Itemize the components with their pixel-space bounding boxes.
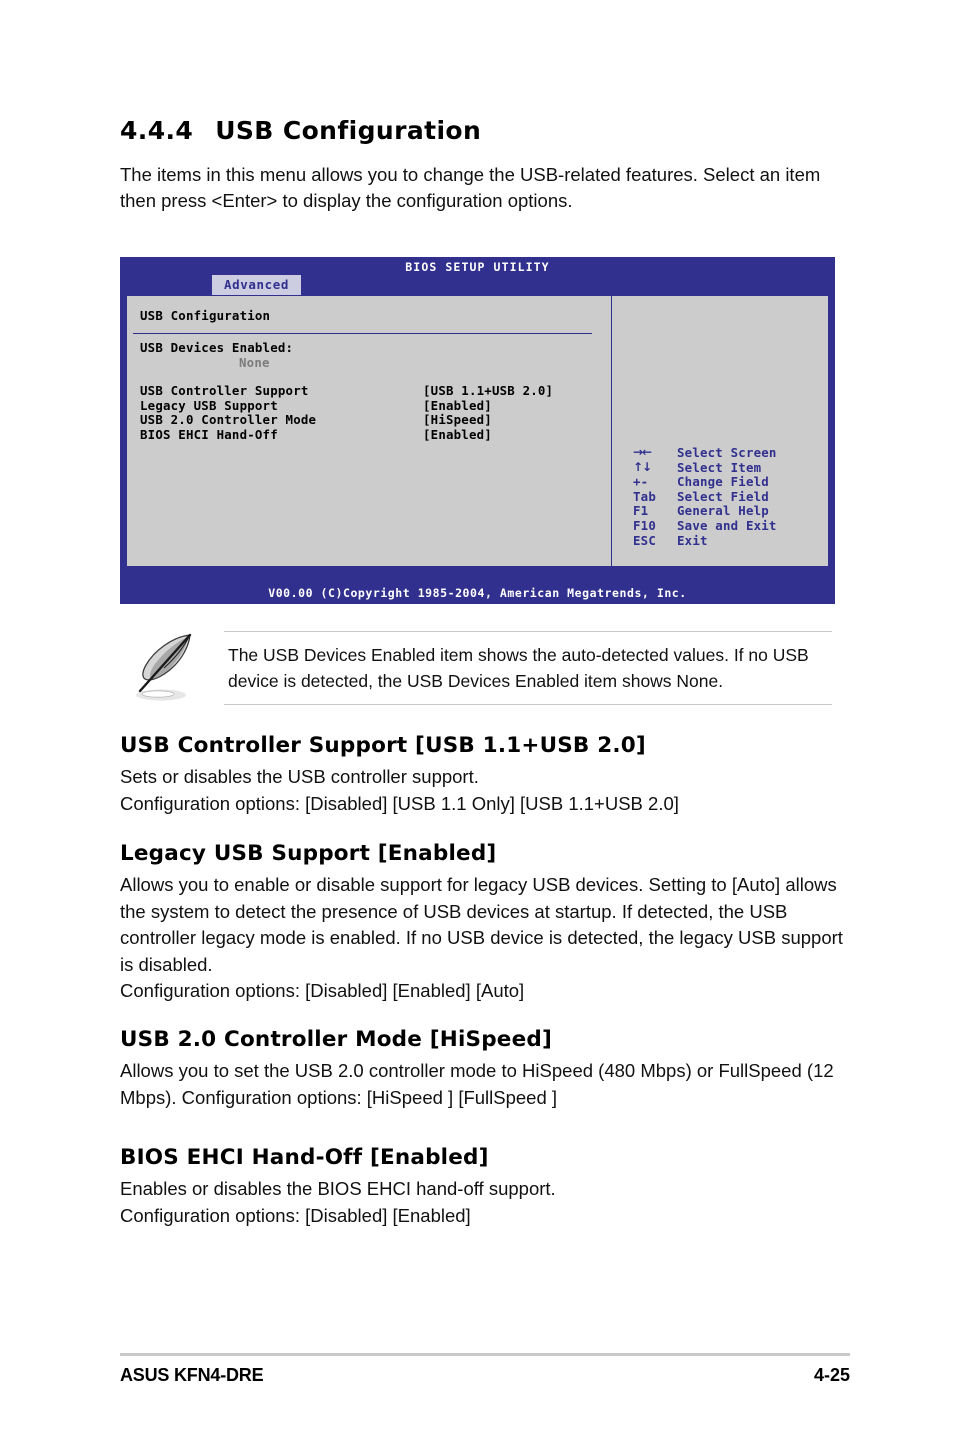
nav-key-desc: General Help xyxy=(677,503,769,519)
nav-key-row: Tab Select Field xyxy=(633,489,777,504)
section-usb-controller-support: USB Controller Support [USB 1.1+USB 2.0]… xyxy=(120,733,860,817)
bios-copyright-footer: V00.00 (C)Copyright 1985-2004, American … xyxy=(120,582,835,604)
nav-key-label: Tab xyxy=(633,488,656,504)
bios-item-value[interactable]: [Enabled] xyxy=(423,398,492,413)
section-body: Enables or disables the BIOS EHCI hand-o… xyxy=(120,1178,556,1226)
bios-navigation-legend: →← Select Screen ↑↓ Select Item +- Change F… xyxy=(633,445,777,548)
nav-key-desc: Select Item xyxy=(677,459,762,475)
section-heading: BIOS EHCI Hand-Off [Enabled] xyxy=(120,1145,489,1170)
usb-devices-enabled-label: USB Devices Enabled: xyxy=(140,340,294,355)
footer-page-number: 4-25 xyxy=(813,1365,850,1385)
section-heading: USB 2.0 Controller Mode [HiSpeed] xyxy=(120,1027,552,1052)
nav-key-desc: Select Field xyxy=(677,488,769,504)
nav-key-label: F10 xyxy=(633,517,656,533)
bios-item-value[interactable]: [Enabled] xyxy=(423,427,492,442)
nav-key-row: ↑↓ Select Item xyxy=(633,460,777,475)
nav-key-row: F1 General Help xyxy=(633,503,777,518)
bios-item-value[interactable]: [USB 1.1+USB 2.0] xyxy=(423,383,553,398)
arrow-left-right-icon: →← xyxy=(633,445,652,459)
bios-pane-heading: USB Configuration xyxy=(140,308,271,323)
usb-devices-enabled-value: None xyxy=(239,355,270,370)
bios-item-row[interactable]: USB Controller Support [USB 1.1+USB 2.0] xyxy=(140,383,590,398)
bios-item-list: USB Controller Support [USB 1.1+USB 2.0]… xyxy=(140,383,590,442)
nav-key-label: F1 xyxy=(633,503,649,519)
section-heading: Legacy USB Support [Enabled] xyxy=(120,841,497,866)
nav-key-row: F10 Save and Exit xyxy=(633,518,777,533)
note-callout: The USB Devices Enabled item shows the a… xyxy=(128,625,838,705)
bios-item-row[interactable]: BIOS EHCI Hand-Off [Enabled] xyxy=(140,427,590,442)
bios-title: BIOS SETUP UTILITY xyxy=(405,260,550,274)
nav-key-row: +- Change Field xyxy=(633,474,777,489)
nav-key-label: +- xyxy=(633,474,649,490)
section-usb20-controller-mode: USB 2.0 Controller Mode [HiSpeed] Allows… xyxy=(120,1027,860,1111)
footer-product-name: ASUS KFN4-DRE xyxy=(120,1365,264,1385)
nav-key-desc: Exit xyxy=(677,532,708,548)
quill-pen-icon xyxy=(128,629,214,705)
bios-item-label: USB Controller Support xyxy=(140,383,309,398)
section-body: Sets or disables the USB controller supp… xyxy=(120,766,679,814)
nav-key-desc: Change Field xyxy=(677,474,769,490)
bios-pane-divider xyxy=(133,333,592,334)
section-body: Allows you to set the USB 2.0 controller… xyxy=(120,1060,834,1108)
nav-key-label: ESC xyxy=(633,532,656,548)
bios-item-label: BIOS EHCI Hand-Off xyxy=(140,426,278,442)
bios-item-row[interactable]: USB 2.0 Controller Mode [HiSpeed] xyxy=(140,412,590,427)
bios-settings-pane: USB Configuration USB Devices Enabled: N… xyxy=(127,296,605,566)
bios-item-label: Legacy USB Support xyxy=(140,397,278,413)
bios-item-value[interactable]: [HiSpeed] xyxy=(423,412,492,427)
page-title: 4.4.4 USB Configuration xyxy=(120,116,481,145)
bios-body: USB Configuration USB Devices Enabled: N… xyxy=(126,295,829,567)
bios-tab-advanced[interactable]: Advanced xyxy=(212,275,302,295)
section-title: USB Configuration xyxy=(215,116,482,145)
section-heading: USB Controller Support [USB 1.1+USB 2.0] xyxy=(120,733,646,758)
section-body: Allows you to enable or disable support … xyxy=(120,874,843,1001)
nav-key-desc: Select Screen xyxy=(677,445,777,460)
bios-item-label: USB 2.0 Controller Mode xyxy=(140,412,317,428)
section-legacy-usb-support: Legacy USB Support [Enabled] Allows you … xyxy=(120,841,860,1005)
note-text: The USB Devices Enabled item shows the a… xyxy=(224,631,832,705)
bios-titlebar: BIOS SETUP UTILITY Advanced xyxy=(120,257,835,295)
intro-paragraph: The items in this menu allows you to cha… xyxy=(120,164,821,211)
bios-item-row[interactable]: Legacy USB Support [Enabled] xyxy=(140,398,590,413)
bios-setup-screenshot: BIOS SETUP UTILITY Advanced USB Configur… xyxy=(120,257,835,604)
section-number: 4.4.4 xyxy=(120,116,194,145)
bios-help-pane: →← Select Screen ↑↓ Select Item +- Change F… xyxy=(611,296,830,566)
nav-key-desc: Save and Exit xyxy=(677,517,777,533)
nav-key-row: →← Select Screen xyxy=(633,445,777,460)
nav-key-row: ESC Exit xyxy=(633,533,777,548)
document-page: 4.4.4 USB Configuration The items in this… xyxy=(0,0,954,1438)
arrow-up-down-icon: ↑↓ xyxy=(633,459,652,474)
section-bios-ehci-hand-off: BIOS EHCI Hand-Off [Enabled] Enables or … xyxy=(120,1145,860,1229)
footer-divider xyxy=(120,1353,850,1356)
